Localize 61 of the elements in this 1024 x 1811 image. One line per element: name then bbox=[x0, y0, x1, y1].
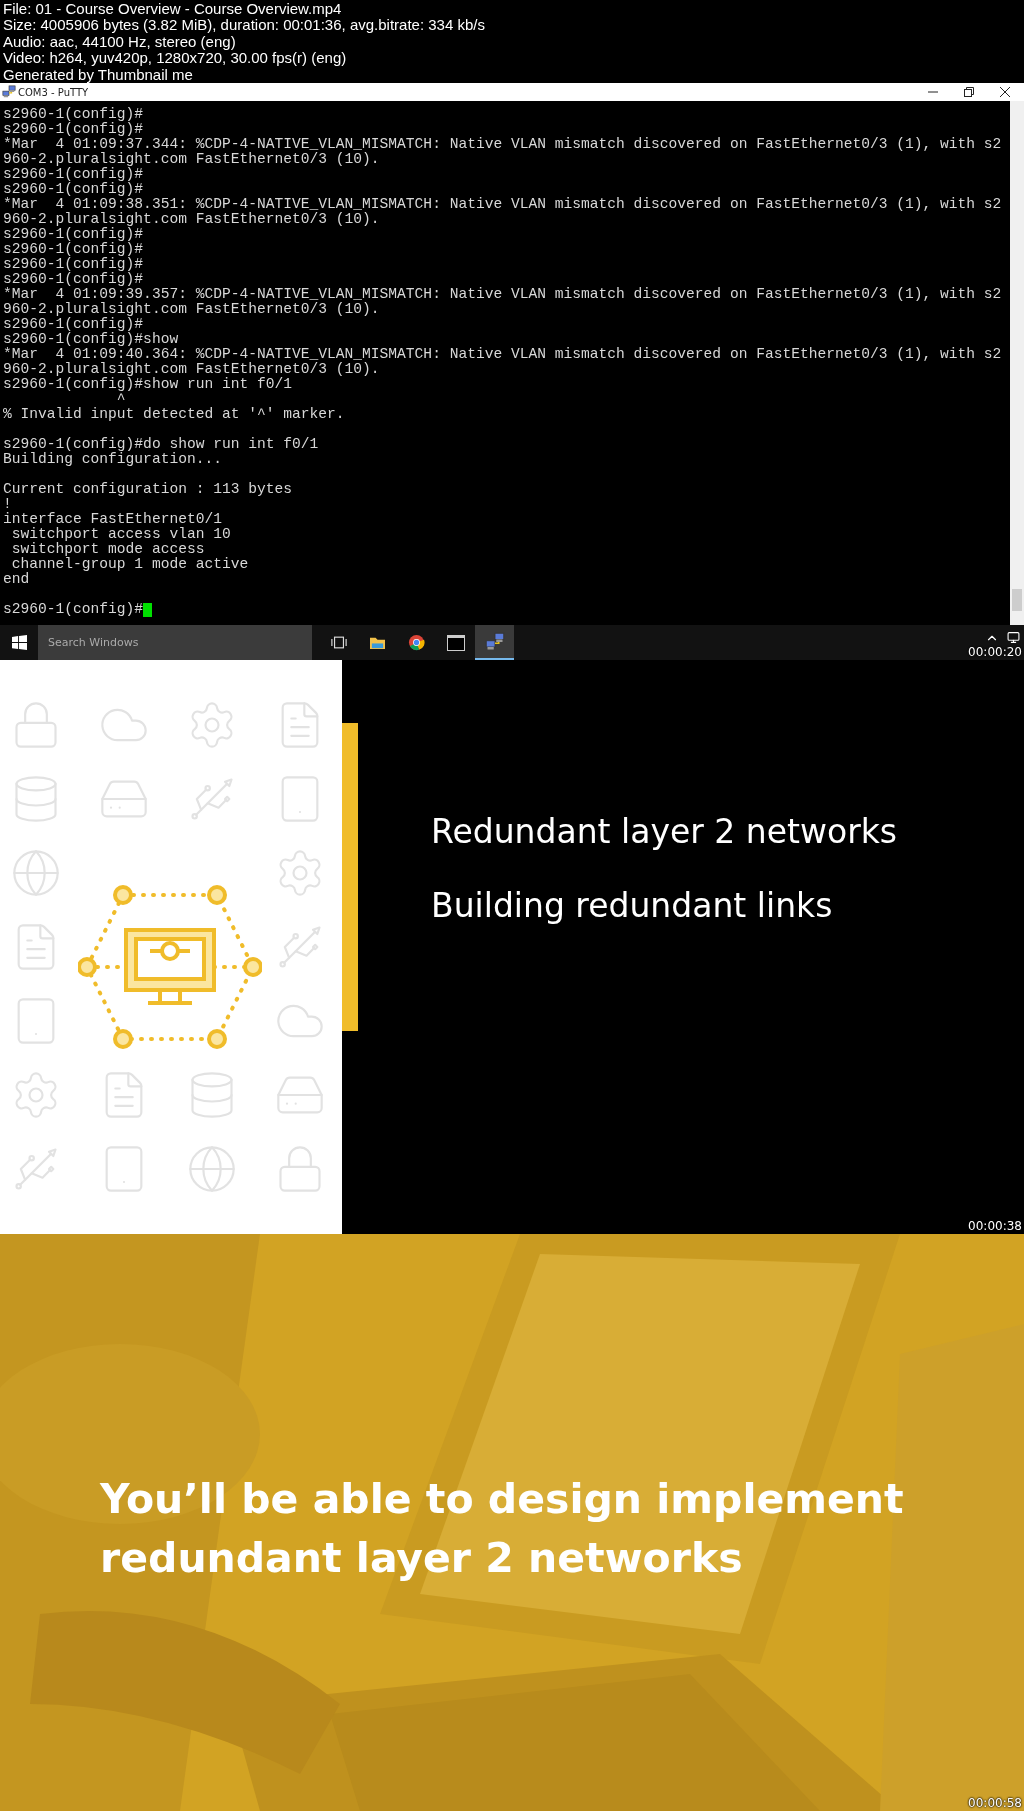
terminal-line: end bbox=[3, 572, 30, 587]
globe-icon bbox=[10, 847, 62, 899]
terminal-line: ^ bbox=[115, 392, 126, 407]
browser-icon bbox=[408, 634, 425, 651]
file-info-line: File: 01 - Course Overview - Course Overview.mp4 bbox=[3, 1, 343, 18]
timestamp: 00:00:38 bbox=[968, 1219, 1022, 1233]
timestamp: 00:00:58 bbox=[968, 1796, 1022, 1810]
terminal-line: 960-2.pluralsight.com FastEthernet0/3 (10). bbox=[3, 152, 380, 167]
terminal-line: s2960-1(config)#show run int f0/1 bbox=[3, 377, 292, 392]
terminal-line: 960-2.pluralsight.com FastEthernet0/3 (10). bbox=[3, 212, 380, 227]
terminal-line: Current configuration : 113 bytes bbox=[3, 482, 292, 497]
computers-icon bbox=[484, 631, 505, 652]
terminal-line: *Mar 4 01:09:39.357: %CDP-4-NATIVE_VLAN_MISMATCH: Native VLAN mismatch discovered on FastEthernet0/3 (1), with s2 bbox=[3, 287, 1002, 302]
terminal-line: channel-group 1 mode active bbox=[10, 557, 249, 572]
terminal-line: % Invalid input detected at '^' marker. bbox=[3, 407, 345, 422]
close-icon[interactable] bbox=[1000, 87, 1010, 97]
caption-line: redundant layer 2 networks bbox=[100, 1533, 744, 1584]
terminal-line: s2960-1(config)# bbox=[3, 242, 144, 257]
terminal-line: s2960-1(config)# bbox=[3, 167, 144, 182]
network-icon[interactable] bbox=[1007, 631, 1020, 644]
terminal-line: s2960-1(config)# bbox=[3, 122, 144, 137]
globe-icon bbox=[186, 1143, 238, 1195]
file-info-line: Audio: aac, 44100 Hz, stereo (eng) bbox=[3, 33, 237, 51]
slide-bullet: Building redundant links bbox=[431, 885, 834, 927]
terminal-line: ! bbox=[3, 497, 12, 512]
terminal-line: *Mar 4 01:09:38.351: %CDP-4-NATIVE_VLAN_MISMATCH: Native VLAN mismatch discovered on FastEthernet0/3 (1), with s2 bbox=[3, 197, 1002, 212]
terminal-line: switchport access vlan 10 bbox=[10, 527, 231, 542]
windows-logo-icon[interactable] bbox=[11, 635, 27, 650]
computers-icon bbox=[2, 85, 16, 99]
terminal-line: interface FastEthernet0/1 bbox=[3, 512, 222, 527]
terminal-line: s2960-1(config)# bbox=[3, 317, 144, 332]
search-field[interactable]: Search Windows bbox=[38, 625, 312, 660]
terminal-line: *Mar 4 01:09:37.344: %CDP-4-NATIVE_VLAN_MISMATCH: Native VLAN mismatch discovered on FastEthernet0/3 (1), with s2 bbox=[3, 137, 1002, 152]
file-info-line: Size: 4005906 bytes (3.82 MiB), duration: 00:01:36, avg.bitrate: 334 kb/s bbox=[3, 17, 486, 34]
terminal-line: s2960-1(config)# bbox=[3, 257, 144, 272]
terminal-line: switchport mode access bbox=[10, 542, 205, 557]
terminal-line: s2960-1(config)# bbox=[3, 272, 144, 287]
taskbar-button[interactable] bbox=[475, 625, 514, 660]
terminal-line: s2960-1(config)#show bbox=[3, 332, 179, 347]
cursor-block bbox=[143, 602, 153, 617]
file-info-line: Generated by Thumbnail me bbox=[3, 66, 194, 84]
terminal-line: s2960-1(config)# bbox=[3, 602, 144, 617]
scrollbar[interactable] bbox=[1010, 101, 1024, 625]
terminal-line: s2960-1(config)# bbox=[3, 107, 144, 122]
terminal-line: 960-2.pluralsight.com FastEthernet0/3 (10). bbox=[3, 302, 380, 317]
restore-icon[interactable] bbox=[964, 87, 974, 97]
terminal-line: Building configuration... bbox=[3, 452, 222, 467]
caption-line: You’ll be able to design implement bbox=[100, 1474, 905, 1525]
file-info-line: Video: h264, yuv420p, 1280x720, 30.00 fps(r) (eng) bbox=[3, 50, 348, 67]
task-view-icon bbox=[330, 636, 347, 649]
console-icon bbox=[446, 634, 465, 651]
folder-icon bbox=[369, 635, 386, 650]
terminal-line: 960-2.pluralsight.com FastEthernet0/3 (10). bbox=[3, 362, 380, 377]
terminal-line: s2960-1(config)# bbox=[3, 227, 144, 242]
terminal-line: s2960-1(config)#do show run int f0/1 bbox=[3, 437, 319, 452]
window-title: COM3 - PuTTY bbox=[18, 85, 89, 100]
slide-bullet: Redundant layer 2 networks bbox=[431, 811, 897, 853]
terminal-line: *Mar 4 01:09:40.364: %CDP-4-NATIVE_VLAN_MISMATCH: Native VLAN mismatch discovered on FastEthernet0/3 (1), with s2 bbox=[3, 347, 1002, 362]
scrollbar-thumb[interactable] bbox=[1012, 589, 1022, 611]
terminal-line: s2960-1(config)# bbox=[3, 182, 144, 197]
timestamp: 00:00:20 bbox=[968, 645, 1022, 659]
